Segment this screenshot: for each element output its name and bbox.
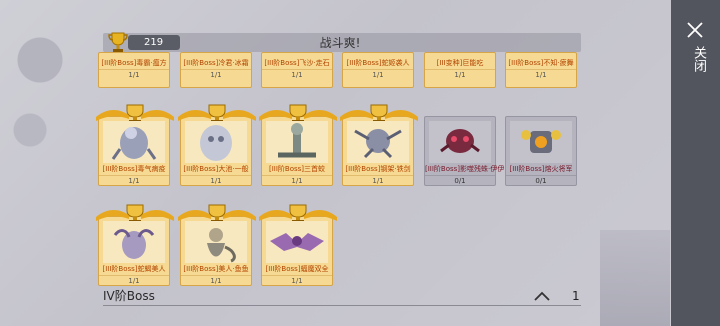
boss-progress: 1/1 <box>262 69 332 80</box>
boss-progress: 0/1 <box>506 175 576 186</box>
boss-progress: 1/1 <box>343 69 413 80</box>
boss-card[interactable]: [III阶Boss]蛇姬袭人 1/1 <box>342 52 414 88</box>
boss-name: [III变种]巨能吃 <box>436 59 484 67</box>
background-decoration <box>0 0 110 180</box>
boss-card-locked[interactable]: [III阶Boss]熔火将军 0/1 <box>505 116 577 186</box>
boss-name: [III阶Boss]影噬残蛛·伊伊 <box>425 165 505 173</box>
page-title: 战斗爽! <box>319 36 361 50</box>
boss-portrait <box>103 221 165 263</box>
boss-card[interactable]: [III阶Boss]飞沙·走石 1/1 <box>261 52 333 88</box>
chevron-up-icon[interactable] <box>533 290 551 302</box>
boss-progress: 1/1 <box>506 69 576 80</box>
boss-card[interactable]: [III阶Boss]大池·一般 1/1 <box>178 104 256 186</box>
boss-progress: 1/1 <box>181 275 251 286</box>
boss-portrait <box>347 121 409 163</box>
boss-name: [III阶Boss]蛇姬袭人 <box>346 59 410 67</box>
boss-name: [III阶Boss]钢架·铁剑 <box>345 165 411 173</box>
boss-name: [III阶Boss]毒霸·瘟方 <box>101 59 167 67</box>
boss-name: [III阶Boss]冷君·冰霜 <box>183 59 249 67</box>
boss-portrait <box>103 121 165 163</box>
trophy-icon <box>108 32 128 52</box>
close-icon[interactable] <box>684 19 706 41</box>
boss-portrait <box>185 121 247 163</box>
boss-progress: 1/1 <box>425 69 495 80</box>
boss-name: [III阶Boss]不知·疲舞 <box>508 59 574 67</box>
boss-progress: 1/1 <box>181 175 251 186</box>
boss-card[interactable]: [III变种]巨能吃 1/1 <box>424 52 496 88</box>
boss-name: [III阶Boss]飞沙·走石 <box>264 59 330 67</box>
trophy-count: 219 <box>128 35 180 50</box>
boss-card[interactable]: [III阶Boss]毒霸·瘟方 1/1 <box>98 52 170 88</box>
boss-card[interactable]: [III阶Boss]冷君·冰霜 1/1 <box>180 52 252 88</box>
boss-progress: 1/1 <box>262 275 332 286</box>
boss-name: [III阶Boss]熔火将军 <box>509 165 573 173</box>
boss-card[interactable]: [III阶Boss]蛇蝎美人 1/1 <box>96 204 174 286</box>
boss-portrait <box>429 121 491 163</box>
boss-name: [III阶Boss]蛇蝎美人 <box>102 265 166 273</box>
boss-card[interactable]: [III阶Boss]不知·疲舞 1/1 <box>505 52 577 88</box>
boss-progress: 1/1 <box>343 175 413 186</box>
section-title[interactable]: IV阶Boss <box>103 288 155 304</box>
boss-card[interactable]: [III阶Boss]钢架·铁剑 1/1 <box>340 104 418 186</box>
boss-progress: 1/1 <box>181 69 251 80</box>
boss-portrait <box>510 121 572 163</box>
boss-progress: 1/1 <box>99 69 169 80</box>
boss-name: [III阶Boss]毒气病疫 <box>102 165 166 173</box>
boss-progress: 0/1 <box>425 175 495 186</box>
boss-portrait <box>266 121 328 163</box>
boss-name: [III阶Boss]三首蛟 <box>268 165 326 173</box>
close-button-label[interactable]: 关闭 <box>684 46 706 72</box>
section-divider <box>103 305 581 306</box>
boss-card[interactable]: [III阶Boss]三首蛟 1/1 <box>259 104 337 186</box>
boss-portrait <box>185 221 247 263</box>
boss-portrait <box>266 221 328 263</box>
boss-name: [III阶Boss]蝠魔双全 <box>265 265 329 273</box>
boss-progress: 1/1 <box>262 175 332 186</box>
boss-card[interactable]: [III阶Boss]蝠魔双全 1/1 <box>259 204 337 286</box>
boss-progress: 1/1 <box>99 275 169 286</box>
section-count: 1 <box>572 289 580 303</box>
boss-name: [III阶Boss]大池·一般 <box>183 165 249 173</box>
boss-progress: 1/1 <box>99 175 169 186</box>
boss-name: [III阶Boss]美人·鱼鱼 <box>183 265 249 273</box>
background-decoration-right <box>600 230 670 326</box>
boss-card-locked[interactable]: [III阶Boss]影噬残蛛·伊伊 0/1 <box>424 116 505 186</box>
boss-card[interactable]: [III阶Boss]美人·鱼鱼 1/1 <box>178 204 256 286</box>
boss-card[interactable]: [III阶Boss]毒气病疫 1/1 <box>96 104 174 186</box>
